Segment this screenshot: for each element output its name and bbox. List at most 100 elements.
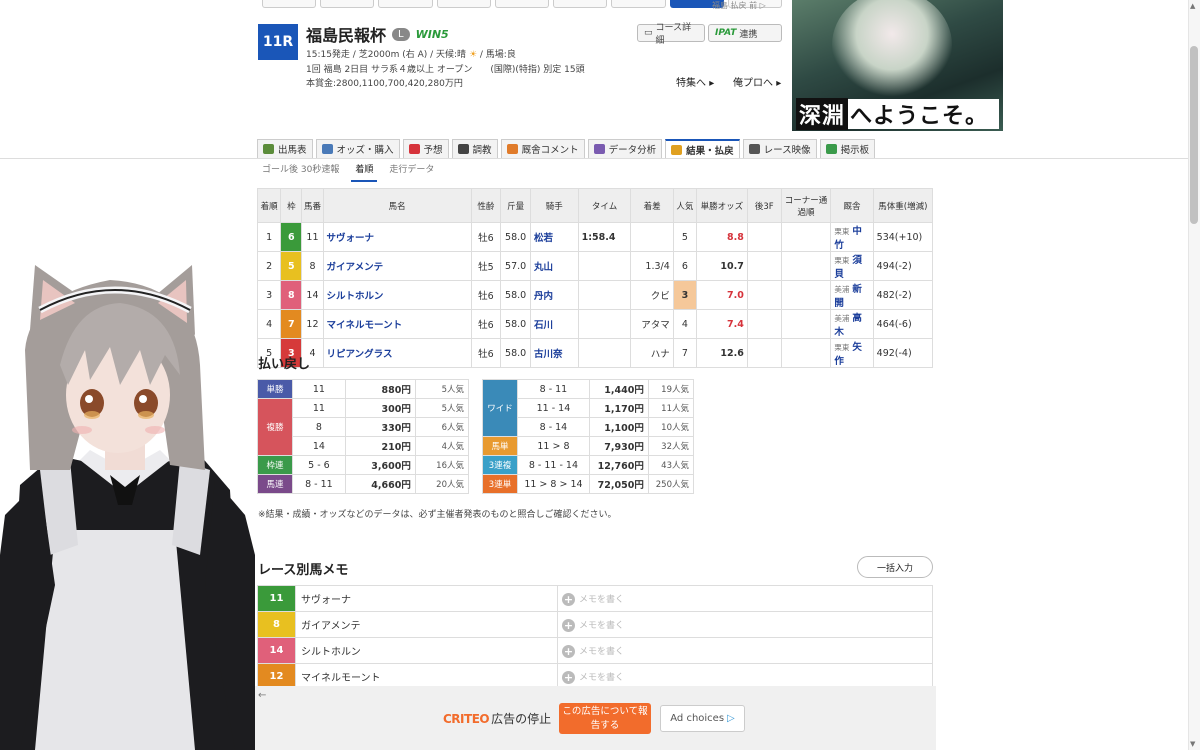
subtab-1[interactable]: 着順 (351, 162, 378, 182)
bulk-input-button[interactable]: 一括入力 (857, 556, 933, 578)
scroll-down-arrow-icon[interactable]: ▼ (1190, 740, 1195, 748)
horse-name-link[interactable]: ガイアメンテ (322, 251, 472, 281)
orepro-link[interactable]: 俺プロへ ▸ (733, 74, 781, 89)
sex-age: 牡6 (470, 280, 502, 310)
payout-amount: 3,600円 (344, 455, 416, 475)
write-memo-button[interactable]: + メモを書く (557, 611, 933, 638)
tab-2[interactable]: 予想 (402, 139, 449, 158)
ad-character-illustration (832, 0, 952, 100)
jockey-link[interactable]: 松若 (530, 222, 579, 252)
finish-position: 1 (256, 222, 282, 252)
tab-0[interactable]: 出馬表 (257, 139, 313, 158)
weight-carried: 57.0 (500, 251, 532, 281)
result-row: 3 8 14 シルトホルン 牡6 58.0 丹内 クビ 3 7.0 美浦 新開 482(-2) (256, 280, 934, 310)
memo-title: レース別馬メモ (258, 563, 349, 578)
race-number-tab[interactable] (262, 0, 317, 8)
race-number-tab[interactable] (436, 0, 491, 8)
last-3f (746, 309, 782, 339)
popularity: 7 (672, 338, 698, 368)
plus-icon: + (562, 592, 575, 606)
trainer-cell[interactable]: 栗東 中竹 (830, 222, 874, 252)
character-apron (35, 530, 195, 750)
payout-type: 馬単 (482, 436, 518, 456)
race-tabs: 出馬表 オッズ・購入 予想 調教 厩舎コメント データ分析 結果・払戻 レース映像 掲示板 (257, 139, 909, 158)
trainer-area: 栗東 (834, 343, 850, 352)
payout-numbers: 11 > 8 (517, 436, 590, 456)
scroll-up-arrow-icon[interactable]: ▲ (1190, 2, 1195, 10)
race-number-tab[interactable] (553, 0, 608, 8)
trainer-cell[interactable]: 栗東 矢作 (830, 338, 874, 368)
ad-choices-button[interactable]: Ad choices ▷ (660, 705, 745, 732)
horse-name-link[interactable]: サヴォーナ (322, 222, 472, 252)
jockey-link[interactable]: 石川 (530, 309, 579, 339)
tab-icon (263, 144, 274, 154)
report-ad-button[interactable]: この広告について報告する (559, 703, 651, 734)
criteo-stop-ad[interactable]: CRITEO 広告の停止 (443, 710, 551, 727)
result-header-cell: タイム (577, 188, 632, 223)
tab-3[interactable]: 調教 (451, 139, 498, 158)
grade-badge: L (392, 27, 410, 41)
write-memo-button[interactable]: + メモを書く (557, 637, 933, 664)
trainer-cell[interactable]: 栗東 須貝 (830, 251, 874, 281)
win-odds: 12.6 (696, 338, 748, 368)
trainer-area: 栗東 (834, 227, 850, 236)
subtab-2[interactable]: 走行データ (389, 162, 434, 182)
write-memo-button[interactable]: + メモを書く (557, 585, 933, 612)
result-header-cell: 枠 (280, 188, 303, 223)
payout-numbers: 8 (292, 417, 346, 437)
horse-name-link[interactable]: マイネルモーント (322, 309, 472, 339)
plus-icon: + (562, 644, 575, 658)
last-3f (746, 280, 782, 310)
tab-7[interactable]: レース映像 (742, 139, 817, 158)
race-number-tab[interactable] (378, 0, 433, 8)
tab-1[interactable]: オッズ・購入 (315, 139, 400, 158)
course-detail-button[interactable]: ▭ コース詳細 (637, 23, 705, 46)
horse-name-link[interactable]: リピアングラス (322, 338, 472, 368)
result-row: 5 3 4 リピアングラス 牡6 58.0 古川奈 ハナ 7 12.6 栗東 矢作 492(-4) (256, 338, 934, 368)
race-number-tab[interactable] (320, 0, 375, 8)
body-weight: 464(-6) (872, 309, 934, 339)
jockey-link[interactable]: 丹内 (530, 280, 579, 310)
payout-title: 払い戻し (258, 357, 311, 372)
win-odds: 10.7 (696, 251, 748, 281)
ipat-logo: IPAT (715, 28, 737, 38)
memo-row: 14 シルトホルン + メモを書く (257, 637, 933, 664)
payout-amount: 1,440円 (588, 379, 649, 399)
memo-placeholder: メモを書く (579, 620, 625, 631)
payout-numbers: 8 - 11 - 14 (517, 455, 590, 475)
tab-label: 結果・払戻 (686, 145, 734, 157)
race-number-tab[interactable] (611, 0, 666, 8)
result-header-cell: コーナー通過順 (780, 188, 832, 223)
payout-row: 単勝 11 880円 5人気 (257, 379, 470, 399)
ad-back-arrow-icon[interactable]: ← (258, 690, 266, 701)
payout-type: 複勝 (257, 398, 293, 456)
jockey-link[interactable]: 丸山 (530, 251, 579, 281)
memo-placeholder: メモを書く (579, 672, 625, 683)
ipat-link-button[interactable]: IPAT 連携 (708, 24, 782, 42)
popularity: 4 (672, 309, 698, 339)
payout-amount: 72,050円 (588, 474, 649, 494)
subtab-0[interactable]: ゴール後 30秒速報 (262, 162, 339, 182)
tab-8[interactable]: 掲示板 (819, 139, 876, 158)
race-number-tab[interactable] (494, 0, 550, 8)
ad-choices-icon: ▷ (727, 713, 735, 724)
tab-5[interactable]: データ分析 (587, 139, 663, 158)
tab-4[interactable]: 厩舎コメント (500, 139, 585, 158)
top-right-links[interactable]: 福島 払戻 前 ▷ (712, 0, 766, 11)
tab-6[interactable]: 結果・払戻 (665, 139, 740, 158)
top-ad-banner[interactable]: 深淵 へようこそ。 (792, 0, 1003, 131)
payout-row: 3連単 11 > 8 > 14 72,050円 250人気 (482, 474, 695, 494)
payout-type: 3連単 (482, 474, 518, 494)
trainer-cell[interactable]: 美浦 新開 (830, 280, 874, 310)
feature-link[interactable]: 特集へ ▸ (676, 74, 714, 89)
scrollbar-thumb[interactable] (1190, 46, 1198, 224)
result-header-cell: 性齢 (470, 188, 502, 223)
result-header-cell: 馬番 (301, 188, 324, 223)
tab-icon (748, 144, 760, 154)
horse-name-link[interactable]: シルトホルン (322, 280, 472, 310)
jockey-link[interactable]: 古川奈 (530, 338, 579, 368)
horse-number: 12 (301, 309, 324, 339)
race-conditions-1: 15:15発走 / 芝2000m (右 A) / 天候:晴 ☀ / 馬場:良 (306, 50, 516, 60)
trainer-cell[interactable]: 美浦 高木 (830, 309, 874, 339)
result-header-cell: 騎手 (530, 188, 579, 223)
